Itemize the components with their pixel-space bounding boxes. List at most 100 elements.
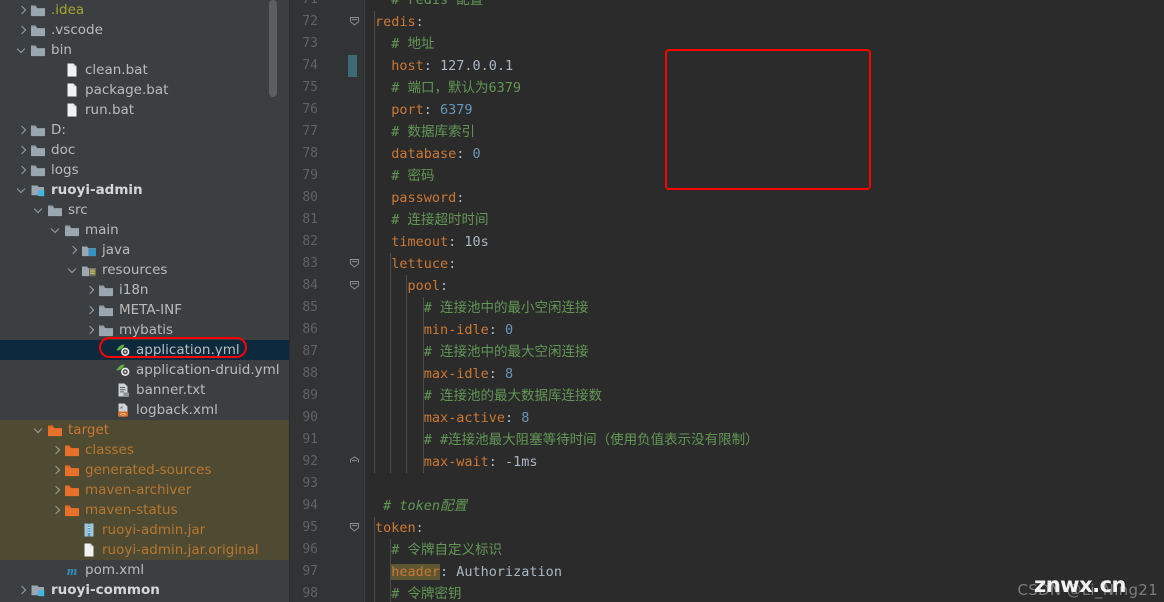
tree-item-generated-sources[interactable]: generated-sources — [0, 460, 290, 480]
chevron-down-icon[interactable] — [33, 204, 46, 217]
tree-item-meta-inf[interactable]: META-INF — [0, 300, 290, 320]
tree-item-application-yml[interactable]: application.yml — [0, 340, 290, 360]
tree-item-clean-bat[interactable]: clean.bat — [0, 60, 290, 80]
chevron-right-icon[interactable] — [50, 464, 63, 477]
chevron-down-icon[interactable] — [50, 224, 63, 237]
chevron-down-icon[interactable] — [33, 424, 46, 437]
tree-item-banner-txt[interactable]: banner.txt — [0, 380, 290, 400]
tree-item-maven-archiver[interactable]: maven-archiver — [0, 480, 290, 500]
tree-item-main[interactable]: main — [0, 220, 290, 240]
code-line[interactable]: min-idle: 0 — [424, 319, 513, 341]
code-line[interactable]: max-idle: 8 — [424, 363, 513, 385]
tree-item-i18n[interactable]: i18n — [0, 280, 290, 300]
code-value: : — [415, 14, 424, 30]
code-value: -1ms — [505, 454, 538, 470]
project-tool-window[interactable]: .idea .vscode bin clean.bat package.bat run.b… — [0, 0, 290, 602]
code-line[interactable]: # 数据库索引 — [391, 121, 475, 143]
code-number: 6379 — [440, 102, 473, 118]
code-key: max-active — [423, 410, 505, 426]
chevron-right-icon[interactable] — [16, 24, 29, 37]
sidebar-scrollbar[interactable] — [269, 0, 277, 97]
code-line[interactable]: pool: — [407, 275, 448, 297]
code-line[interactable]: # 令牌密钥 — [391, 583, 461, 602]
chevron-right-icon[interactable] — [84, 324, 97, 337]
tree-item-package-bat[interactable]: package.bat — [0, 80, 290, 100]
chevron-right-icon[interactable] — [16, 164, 29, 177]
code-line[interactable]: password: — [391, 187, 464, 209]
project-tree[interactable]: .idea .vscode bin clean.bat package.bat run.b… — [0, 0, 290, 600]
code-line[interactable]: # 连接池中的最大空闲连接 — [424, 341, 589, 363]
tree-item-d-[interactable]: D: — [0, 120, 290, 140]
code-content[interactable]: # redis 配置 redis: # 地址 host: 127.0.0.1 # 端口，… — [365, 0, 1164, 602]
tree-item-target[interactable]: target — [0, 420, 290, 440]
code-line[interactable]: timeout: 10s — [391, 231, 489, 253]
chevron-right-icon[interactable] — [50, 504, 63, 517]
tree-item--idea[interactable]: .idea — [0, 0, 290, 20]
tree-item-run-bat[interactable]: run.bat — [0, 100, 290, 120]
fold-collapse-icon[interactable] — [349, 275, 360, 297]
tree-item-ruoyi-admin[interactable]: ruoyi-admin — [0, 180, 290, 200]
chevron-right-icon[interactable] — [84, 284, 97, 297]
tree-item-mybatis[interactable]: mybatis — [0, 320, 290, 340]
tree-item-maven-status[interactable]: maven-status — [0, 500, 290, 520]
code-line[interactable]: # 连接池中的最小空闲连接 — [424, 297, 589, 319]
code-line[interactable]: redis: — [375, 11, 424, 33]
code-line[interactable]: # 地址 — [391, 33, 434, 55]
fold-end-icon[interactable] — [349, 451, 360, 473]
chevron-right-icon[interactable] — [16, 144, 29, 157]
tree-item-ruoyi-admin-jar-original[interactable]: ruoyi-admin.jar.original — [0, 540, 290, 560]
chevron-right-icon[interactable] — [84, 304, 97, 317]
tree-item-application-druid-yml[interactable]: application-druid.yml — [0, 360, 290, 380]
code-line[interactable]: # token配置 — [383, 495, 467, 517]
tree-item-java[interactable]: java — [0, 240, 290, 260]
chevron-right-icon[interactable] — [67, 244, 80, 257]
tree-item-doc[interactable]: doc — [0, 140, 290, 160]
chevron-down-icon[interactable] — [16, 184, 29, 197]
fold-collapse-icon[interactable] — [349, 253, 360, 275]
tree-item-bin[interactable]: bin — [0, 40, 290, 60]
code-line[interactable]: # 密码 — [391, 165, 434, 187]
tree-item--vscode[interactable]: .vscode — [0, 20, 290, 40]
tree-item-ruoyi-admin-jar[interactable]: ruoyi-admin.jar — [0, 520, 290, 540]
code-line[interactable]: # 令牌自定义标识 — [391, 539, 502, 561]
chevron-right-icon[interactable] — [16, 4, 29, 17]
chevron-down-icon[interactable] — [16, 44, 29, 57]
code-line[interactable]: # #连接池最大阻塞等待时间（使用负值表示没有限制） — [424, 429, 759, 451]
tree-item-label: application-druid.yml — [136, 362, 280, 378]
code-line[interactable]: lettuce: — [391, 253, 456, 275]
tree-item-pom-xml[interactable]: m pom.xml — [0, 560, 290, 580]
yaml-icon — [115, 342, 131, 358]
code-line[interactable]: max-active: 8 — [424, 407, 530, 429]
chevron-right-icon[interactable] — [16, 584, 29, 597]
code-line[interactable]: # 端口，默认为6379 — [391, 77, 521, 99]
tree-item-logs[interactable]: logs — [0, 160, 290, 180]
line-number: 79 — [302, 168, 318, 183]
code-key: max-idle — [423, 366, 489, 382]
code-line[interactable]: token: — [375, 517, 424, 539]
chevron-right-icon[interactable] — [50, 444, 63, 457]
code-line[interactable]: # 连接池的最大数据库连接数 — [424, 385, 602, 407]
code-line[interactable]: port: 6379 — [391, 99, 472, 121]
chevron-down-icon[interactable] — [67, 264, 80, 277]
tree-item-resources[interactable]: resources — [0, 260, 290, 280]
code-value: 10s — [464, 234, 489, 250]
fold-collapse-icon[interactable] — [349, 517, 360, 539]
chevron-right-icon[interactable] — [16, 124, 29, 137]
code-line[interactable]: header: Authorization — [391, 561, 562, 583]
tree-item-src[interactable]: src — [0, 200, 290, 220]
code-line[interactable]: database: 0 — [391, 143, 480, 165]
line-number: 95 — [302, 520, 318, 535]
editor-area[interactable]: 7172737475767778798081828384858687888990… — [290, 0, 1164, 602]
tree-item-label: run.bat — [85, 102, 135, 118]
tree-item-classes[interactable]: classes — [0, 440, 290, 460]
fold-collapse-icon[interactable] — [349, 11, 360, 33]
code-line[interactable]: # redis 配置 — [391, 0, 483, 11]
editor-gutter[interactable]: 71 72 73 74 75 76 77 78 79 80 81 82 83 84 85 86 87 88 89 90… — [290, 0, 365, 602]
code-line[interactable]: host: 127.0.0.1 — [391, 55, 513, 77]
tree-item-logback-xml[interactable]: <> logback.xml — [0, 400, 290, 420]
chevron-right-icon[interactable] — [50, 484, 63, 497]
code-line[interactable]: # 连接超时时间 — [391, 209, 488, 231]
code-line[interactable]: max-wait: -1ms — [424, 451, 538, 473]
tree-item-ruoyi-common[interactable]: ruoyi-common — [0, 580, 290, 600]
